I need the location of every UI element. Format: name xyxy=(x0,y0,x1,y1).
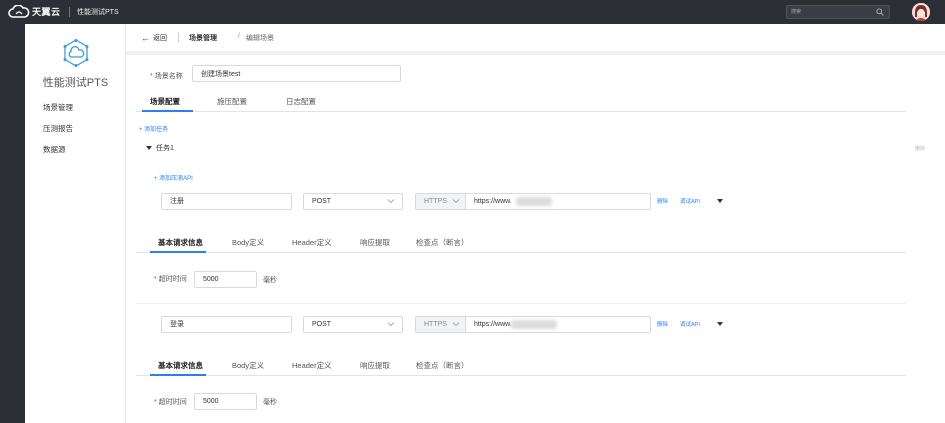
main-content: ← 返回 场景管理 / 编辑场景 *场景名称 场景配置 施压配置 日志配置 + … xyxy=(126,24,945,423)
tab-active-indicator xyxy=(150,374,206,376)
chevron-down-icon xyxy=(452,322,460,327)
required-asterisk: * xyxy=(154,399,157,406)
method-select[interactable]: POST xyxy=(303,316,403,333)
tab-basic-request[interactable]: 基本请求信息 xyxy=(158,360,203,371)
timeout-label: * 超时时间 xyxy=(154,276,187,283)
required-asterisk: * xyxy=(154,276,157,283)
add-api-button[interactable]: + 添加压测API xyxy=(154,173,193,182)
global-search[interactable] xyxy=(786,5,890,19)
top-navbar: 天翼云 性能测试PTS xyxy=(0,0,945,24)
timeout-label: * 超时时间 xyxy=(154,399,187,406)
global-side-rail xyxy=(0,24,25,423)
brand-logo[interactable]: 天翼云 xyxy=(8,5,61,18)
protocol-select[interactable]: HTTPS xyxy=(415,316,466,333)
chevron-down-icon xyxy=(387,199,395,204)
product-sidebar: 性能测试PTS 场景管理 压测报告 数据源 xyxy=(25,24,126,423)
sidebar-item-scene-management[interactable]: 场景管理 xyxy=(43,102,73,113)
url-input[interactable]: https://www. xyxy=(465,193,651,210)
url-value: https://www. xyxy=(474,321,512,328)
tab-basic-request[interactable]: 基本请求信息 xyxy=(158,237,203,248)
search-icon[interactable] xyxy=(876,8,884,16)
chevron-down-icon xyxy=(387,322,395,327)
tab-active-indicator xyxy=(142,110,193,112)
breadcrumb-edit-scene: 编辑场景 xyxy=(246,35,274,42)
search-input[interactable] xyxy=(791,7,871,17)
required-asterisk: * xyxy=(150,73,153,80)
tab-response-extract[interactable]: 响应提取 xyxy=(360,237,390,248)
url-value: https://www. xyxy=(474,198,512,205)
timeout-unit: 毫秒 xyxy=(263,399,277,406)
app-name[interactable]: 性能测试PTS xyxy=(77,7,119,17)
avatar-icon xyxy=(912,3,930,21)
add-task-button[interactable]: + 添加任务 xyxy=(139,124,168,133)
tab-header-definition[interactable]: Header定义 xyxy=(292,360,332,371)
back-label: 返回 xyxy=(153,35,167,42)
delete-api-button[interactable]: 删除 xyxy=(657,197,668,205)
task-header[interactable]: 任务1 xyxy=(146,143,174,153)
protocol-value: HTTPS xyxy=(424,321,447,328)
scene-name-input[interactable] xyxy=(192,65,401,82)
api-more-dropdown[interactable] xyxy=(717,322,723,326)
tab-active-indicator xyxy=(150,251,206,253)
api-sub-tabs: 基本请求信息 Body定义 Header定义 响应提取 检查点（断言） xyxy=(136,360,906,376)
protocol-value: HTTPS xyxy=(424,198,447,205)
api-name-input[interactable]: 登录 xyxy=(161,316,292,333)
back-button[interactable]: ← 返回 xyxy=(141,33,167,43)
timeout-input[interactable] xyxy=(194,271,257,288)
url-input[interactable]: https://www. xyxy=(465,316,651,333)
redacted-url xyxy=(516,197,552,206)
topbar-divider xyxy=(69,7,70,17)
scene-tabs: 场景配置 施压配置 日志配置 xyxy=(136,96,906,112)
timeout-input[interactable] xyxy=(194,393,257,410)
api-more-dropdown[interactable] xyxy=(717,199,723,203)
method-value: POST xyxy=(312,198,332,205)
task-name: 任务1 xyxy=(156,145,174,152)
tab-checkpoint-assertion[interactable]: 检查点（断言） xyxy=(416,360,469,371)
tab-body-definition[interactable]: Body定义 xyxy=(232,360,264,371)
pts-logo-icon xyxy=(63,39,89,67)
sidebar-title: 性能测试PTS xyxy=(42,77,109,89)
sidebar-item-test-reports[interactable]: 压测报告 xyxy=(43,123,73,134)
tab-body-definition[interactable]: Body定义 xyxy=(232,237,264,248)
breadcrumb: ← 返回 场景管理 / 编辑场景 xyxy=(126,24,945,51)
api-name-input[interactable]: 注册 xyxy=(161,193,292,210)
scene-editor-card: *场景名称 场景配置 施压配置 日志配置 + 添加任务 任务1 删除 + 添加压… xyxy=(126,55,945,423)
api-sub-tabs: 基本请求信息 Body定义 Header定义 响应提取 检查点（断言） xyxy=(136,237,906,253)
chevron-down-icon xyxy=(452,199,460,204)
breadcrumb-divider xyxy=(178,33,179,42)
cloud-logo-icon xyxy=(8,5,30,18)
tab-log-config[interactable]: 日志配置 xyxy=(286,96,316,107)
method-select[interactable]: POST xyxy=(303,193,403,210)
tab-load-config[interactable]: 施压配置 xyxy=(217,96,247,107)
tab-response-extract[interactable]: 响应提取 xyxy=(360,360,390,371)
delete-task-button[interactable]: 删除 xyxy=(915,145,925,152)
redacted-url xyxy=(511,320,557,329)
debug-api-button[interactable]: 调试API xyxy=(680,320,700,328)
breadcrumb-separator: / xyxy=(238,33,240,40)
arrow-left-icon: ← xyxy=(141,32,150,43)
breadcrumb-scene-management[interactable]: 场景管理 xyxy=(189,33,217,43)
scene-name-label: * 场景名称 xyxy=(150,73,183,80)
tab-scene-config[interactable]: 场景配置 xyxy=(150,96,180,107)
tab-checkpoint-assertion[interactable]: 检查点（断言） xyxy=(416,237,469,248)
timeout-unit: 毫秒 xyxy=(263,277,277,284)
method-value: POST xyxy=(312,321,332,328)
user-avatar[interactable] xyxy=(912,3,930,21)
delete-api-button[interactable]: 删除 xyxy=(657,320,668,328)
caret-down-icon xyxy=(146,146,152,150)
debug-api-button[interactable]: 调试API xyxy=(680,197,700,205)
brand-name: 天翼云 xyxy=(32,7,61,17)
api-divider xyxy=(136,303,906,304)
tab-header-definition[interactable]: Header定义 xyxy=(292,237,332,248)
sidebar-item-data-source[interactable]: 数据源 xyxy=(43,144,66,155)
protocol-select[interactable]: HTTPS xyxy=(415,193,466,210)
